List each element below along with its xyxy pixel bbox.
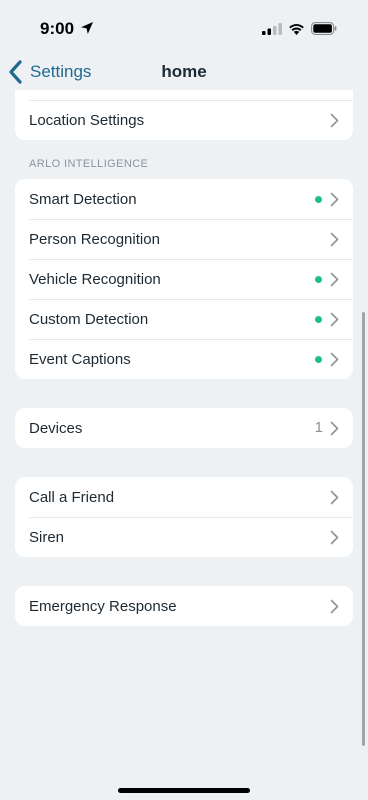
row-label: Smart Detection xyxy=(29,190,137,208)
smart-detection-row[interactable]: Smart Detection xyxy=(15,179,353,219)
row-label: Devices xyxy=(29,419,83,437)
status-time: 9:00 xyxy=(40,19,75,38)
chevron-right-icon xyxy=(330,599,339,614)
navigation-bar: Settings home xyxy=(0,56,368,88)
row-label: Emergency Response xyxy=(29,597,177,615)
chevron-right-icon xyxy=(330,113,339,128)
status-bar: 9:00 xyxy=(0,0,368,58)
page-title: home xyxy=(161,62,207,81)
custom-detection-row[interactable]: Custom Detection xyxy=(15,299,353,339)
location-card: Location Settings xyxy=(15,90,353,140)
scrollbar[interactable] xyxy=(362,312,365,746)
device-count: 1 xyxy=(314,419,323,436)
emergency-response-row[interactable]: Emergency Response xyxy=(15,586,353,626)
section-header-arlo-intelligence: ARLO INTELLIGENCE xyxy=(29,158,149,170)
devices-row[interactable]: Devices 1 xyxy=(15,408,353,448)
person-recognition-row[interactable]: Person Recognition xyxy=(15,219,353,259)
row-label: Siren xyxy=(29,528,65,546)
siren-row[interactable]: Siren xyxy=(15,517,353,557)
row-label: Event Captions xyxy=(29,350,131,368)
cellular-signal-icon xyxy=(262,23,282,35)
chevron-right-icon xyxy=(330,312,339,327)
chevron-right-icon xyxy=(330,272,339,287)
location-settings-row[interactable]: Location Settings xyxy=(15,100,353,140)
row-label: Call a Friend xyxy=(29,488,115,506)
previous-row[interactable] xyxy=(15,90,353,100)
status-dot xyxy=(315,316,322,323)
event-captions-row[interactable]: Event Captions xyxy=(15,339,353,379)
chevron-right-icon xyxy=(330,530,339,545)
location-arrow-icon xyxy=(81,22,93,34)
row-label: Vehicle Recognition xyxy=(29,270,161,288)
row-label: Custom Detection xyxy=(29,310,149,328)
devices-card: Devices 1 xyxy=(15,408,353,448)
chevron-right-icon xyxy=(330,490,339,505)
chevron-right-icon xyxy=(330,352,339,367)
wifi-icon xyxy=(289,24,304,35)
row-label: Location Settings xyxy=(29,111,145,129)
emergency-card: Emergency Response xyxy=(15,586,353,626)
settings-list[interactable]: Location Settings ARLO INTELLIGENCE Smar… xyxy=(0,90,368,770)
chevron-right-icon xyxy=(330,421,339,436)
chevron-right-icon xyxy=(330,232,339,247)
row-label: Person Recognition xyxy=(29,230,160,248)
safety-card: Call a Friend Siren xyxy=(15,477,353,557)
call-a-friend-row[interactable]: Call a Friend xyxy=(15,477,353,517)
status-dot xyxy=(315,276,322,283)
vehicle-recognition-row[interactable]: Vehicle Recognition xyxy=(15,259,353,299)
arlo-intelligence-card: Smart Detection Person Recognition Vehic… xyxy=(15,179,353,379)
status-dot xyxy=(315,196,322,203)
status-dot xyxy=(315,356,322,363)
home-indicator[interactable] xyxy=(118,788,250,793)
battery-icon xyxy=(311,22,337,35)
chevron-right-icon xyxy=(330,192,339,207)
